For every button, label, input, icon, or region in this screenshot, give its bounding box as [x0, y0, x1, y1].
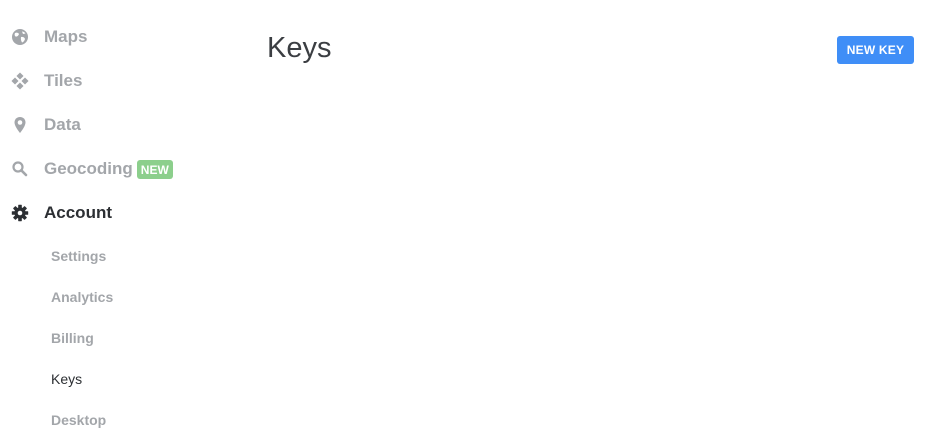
page: Maps Tiles Data Geocoding NEW Account Se… [0, 0, 932, 443]
globe-icon [11, 28, 29, 46]
subnav-item-analytics[interactable]: Analytics [51, 288, 113, 306]
sidebar-item-maps[interactable]: Maps [11, 25, 87, 49]
map-pin-icon [11, 116, 29, 134]
sidebar: Maps Tiles Data Geocoding NEW Account Se… [0, 0, 240, 443]
sidebar-item-geocoding[interactable]: Geocoding NEW [11, 157, 173, 181]
sidebar-item-account[interactable]: Account [11, 201, 112, 225]
new-key-button[interactable]: NEW KEY [837, 36, 914, 64]
new-badge: NEW [136, 159, 173, 179]
sidebar-item-tiles[interactable]: Tiles [11, 69, 82, 93]
sidebar-item-label: Geocoding [44, 159, 133, 178]
sidebar-item-label: Maps [44, 27, 88, 46]
sidebar-item-label: Tiles [44, 71, 83, 90]
tiles-icon [11, 72, 29, 90]
subnav-item-billing[interactable]: Billing [51, 329, 94, 347]
sidebar-item-data[interactable]: Data [11, 113, 81, 137]
search-icon [11, 160, 29, 178]
sidebar-item-label: Account [44, 203, 112, 222]
page-title: Keys [267, 32, 332, 64]
gear-icon [11, 204, 29, 222]
subnav-item-settings[interactable]: Settings [51, 247, 106, 265]
subnav-item-desktop[interactable]: Desktop [51, 411, 106, 429]
sidebar-item-label: Data [44, 115, 81, 134]
subnav-item-keys[interactable]: Keys [51, 370, 82, 388]
